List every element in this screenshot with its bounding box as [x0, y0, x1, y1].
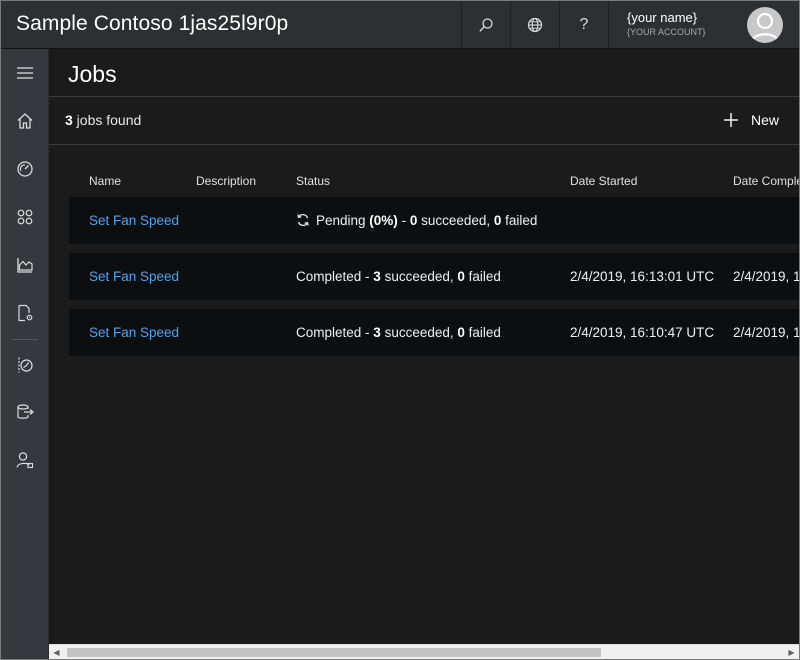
- top-header: Sample Contoso 1jas25l9r0p ? {your name}…: [1, 1, 799, 49]
- date-completed: 2/4/2019, 1: [733, 269, 800, 284]
- jobs-count-text: 3 jobs found: [65, 112, 141, 128]
- user-name: {your name}: [627, 10, 698, 25]
- nav-device-templates[interactable]: [1, 293, 48, 333]
- column-header-status[interactable]: Status: [296, 174, 330, 188]
- app-title[interactable]: Sample Contoso 1jas25l9r0p: [16, 12, 288, 36]
- failed-label: failed: [464, 269, 501, 284]
- failed-label: failed: [464, 325, 501, 340]
- menu-icon: [16, 67, 33, 79]
- search-button[interactable]: [461, 1, 510, 48]
- succeeded-count: 3: [373, 269, 381, 284]
- succeeded-label: succeeded,: [380, 269, 458, 284]
- succeeded-label: succeeded,: [380, 325, 458, 340]
- administration-icon: [15, 452, 33, 469]
- nav-menu-toggle[interactable]: [1, 53, 48, 93]
- scroll-left-arrow-icon[interactable]: ◀: [49, 645, 64, 659]
- date-completed: 2/4/2019, 1: [733, 325, 800, 340]
- avatar[interactable]: [747, 7, 783, 43]
- divider: [49, 96, 799, 97]
- failed-count: 0: [457, 325, 465, 340]
- user-account: {YOUR ACCOUNT}: [627, 27, 706, 37]
- device-templates-icon: [17, 304, 32, 322]
- nav-administration[interactable]: [1, 440, 48, 480]
- nav-data-export[interactable]: [1, 392, 48, 432]
- column-header-description[interactable]: Description: [196, 174, 256, 188]
- nav-separator: [11, 339, 38, 340]
- jobs-found-label: jobs found: [72, 112, 142, 128]
- main-content: Jobs 3 jobs found New Name Description S…: [49, 49, 799, 644]
- nav-analytics[interactable]: [1, 245, 48, 285]
- status-text: Completed -: [296, 325, 374, 340]
- jobs-count: 3: [65, 112, 73, 128]
- column-header-name[interactable]: Name: [89, 174, 121, 188]
- dashboard-icon: [16, 161, 33, 177]
- horizontal-scrollbar[interactable]: ◀ ▶: [49, 644, 799, 659]
- data-export-icon: [16, 404, 34, 419]
- status-text: Completed -: [296, 269, 374, 284]
- app-window: Sample Contoso 1jas25l9r0p ? {your name}…: [0, 0, 800, 660]
- nav-dashboard[interactable]: [1, 149, 48, 189]
- sync-icon: [296, 213, 310, 230]
- table-row[interactable]: Set Fan Speed Completed - 3 succeeded, 0…: [69, 253, 800, 300]
- search-icon: [479, 17, 493, 32]
- new-job-label: New: [751, 112, 780, 128]
- job-name-link[interactable]: Set Fan Speed: [89, 269, 179, 284]
- devices-icon: [17, 209, 32, 225]
- status-separator: -: [397, 213, 410, 228]
- nav-jobs[interactable]: [1, 345, 48, 385]
- succeeded-count: 3: [373, 325, 381, 340]
- divider: [49, 144, 799, 145]
- date-started: 2/4/2019, 16:13:01 UTC: [570, 269, 715, 284]
- table-row[interactable]: Set Fan Speed Pending (0%) - 0 succeeded…: [69, 197, 799, 244]
- status-text: Pending: [316, 213, 370, 228]
- job-status: Completed - 3 succeeded, 0 failed: [296, 325, 501, 340]
- help-icon: ?: [579, 15, 589, 33]
- failed-label: failed: [501, 213, 538, 228]
- globe-icon: [527, 17, 543, 32]
- succeeded-label: succeeded,: [417, 213, 494, 228]
- job-name-link[interactable]: Set Fan Speed: [89, 325, 179, 340]
- account-menu[interactable]: {your name} {YOUR ACCOUNT}: [608, 1, 799, 48]
- new-job-button[interactable]: New: [723, 109, 779, 131]
- left-nav: [1, 49, 49, 659]
- job-name-link[interactable]: Set Fan Speed: [89, 213, 179, 228]
- column-header-date-started[interactable]: Date Started: [570, 174, 637, 188]
- jobs-icon: [17, 357, 33, 373]
- language-button[interactable]: [510, 1, 559, 48]
- plus-icon: [723, 112, 739, 128]
- job-status: Pending (0%) - 0 succeeded, 0 failed: [296, 213, 537, 230]
- nav-devices[interactable]: [1, 197, 48, 237]
- table-row[interactable]: Set Fan Speed Completed - 3 succeeded, 0…: [69, 309, 800, 356]
- status-percent: (0%): [369, 213, 398, 228]
- scrollbar-thumb[interactable]: [67, 648, 601, 657]
- date-started: 2/4/2019, 16:10:47 UTC: [570, 325, 715, 340]
- analytics-icon: [16, 258, 33, 273]
- job-status: Completed - 3 succeeded, 0 failed: [296, 269, 501, 284]
- column-header-date-completed[interactable]: Date Comple: [733, 174, 799, 188]
- help-button[interactable]: ?: [559, 1, 608, 48]
- nav-home[interactable]: [1, 101, 48, 141]
- home-icon: [17, 113, 32, 129]
- scroll-right-arrow-icon[interactable]: ▶: [784, 645, 799, 659]
- failed-count: 0: [457, 269, 465, 284]
- page-title: Jobs: [68, 61, 117, 87]
- user-avatar-icon: [750, 12, 780, 42]
